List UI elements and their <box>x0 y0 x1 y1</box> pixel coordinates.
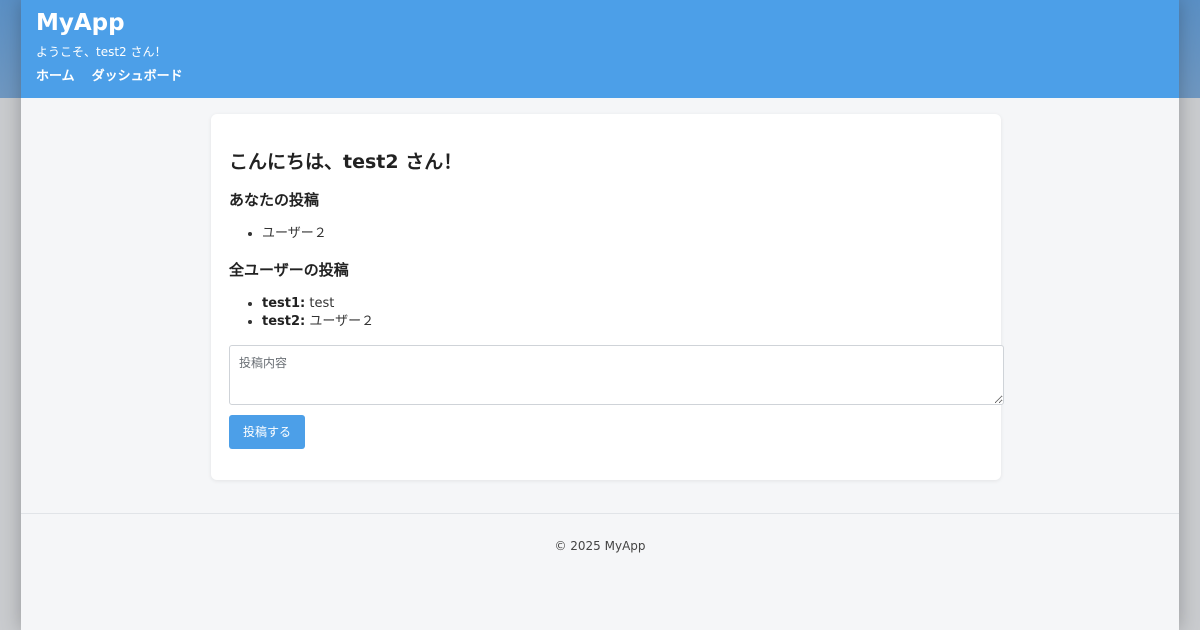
all-posts-heading: 全ユーザーの投稿 <box>229 261 349 279</box>
post-author: test1: <box>262 296 306 311</box>
nav-dashboard-link[interactable]: ダッシュボード <box>92 68 183 86</box>
all-posts-list: test1: test test2: ユーザー２ <box>229 295 983 331</box>
list-item: ユーザー２ <box>262 225 983 243</box>
list-item: test1: test <box>262 295 983 313</box>
post-author: test2: <box>262 314 306 329</box>
my-posts-heading: あなたの投稿 <box>229 191 320 209</box>
post-content: ユーザー２ <box>309 314 375 329</box>
greeting-heading: こんにちは、test2 さん！ <box>229 151 463 173</box>
submit-post-button[interactable]: 投稿する <box>229 415 306 449</box>
main-nav: ホーム ダッシュボード <box>36 68 1164 86</box>
post-content-input[interactable] <box>229 345 1004 405</box>
site-header: MyApp ようこそ、test2 さん！ ホーム ダッシュボード <box>21 0 1179 98</box>
site-footer: © 2025 MyApp <box>21 513 1179 630</box>
list-item: test2: ユーザー２ <box>262 313 983 331</box>
my-posts-list: ユーザー２ <box>229 225 983 243</box>
copyright-text: © 2025 MyApp <box>554 539 646 553</box>
browser-page: MyApp ようこそ、test2 さん！ ホーム ダッシュボード こんにちは、t… <box>21 0 1179 630</box>
brand-logo[interactable]: MyApp <box>36 8 1164 38</box>
nav-home-link[interactable]: ホーム <box>36 68 75 86</box>
welcome-message: ようこそ、test2 さん！ <box>36 45 167 59</box>
post-content: test <box>309 296 335 311</box>
dashboard-card: こんにちは、test2 さん！ あなたの投稿 ユーザー２ 全ユーザーの投稿 te… <box>211 114 1004 480</box>
